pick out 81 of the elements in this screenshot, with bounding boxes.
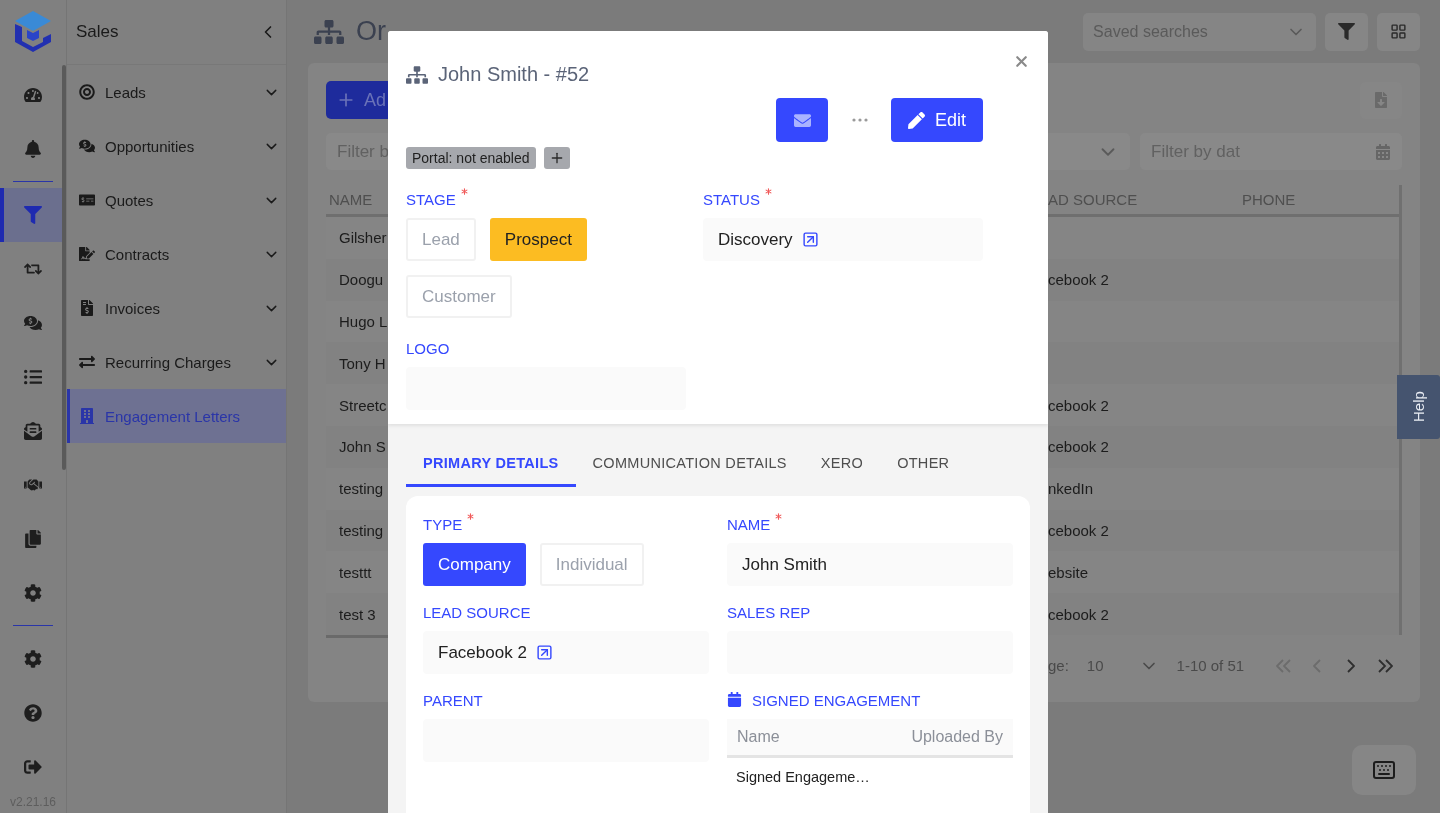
close-button[interactable]	[1013, 53, 1030, 70]
chat-dollar-icon	[24, 314, 42, 332]
option-button[interactable]: Individual	[539, 543, 644, 586]
chevron-icon	[1313, 658, 1322, 673]
layout-button[interactable]	[1377, 12, 1421, 51]
copy-icon	[24, 530, 42, 548]
field-label: SIGNED ENGAGEMENT	[752, 692, 921, 710]
sidebar-item[interactable]: Opportunities	[67, 119, 286, 173]
page-title: Or	[356, 16, 386, 47]
table-cell-text: Signed Engageme…	[735, 768, 871, 787]
tab[interactable]: PRIMARY DETAILS	[406, 441, 576, 487]
field-label: NAME	[727, 516, 771, 534]
settings-icon	[24, 650, 42, 668]
calendar-icon	[1375, 143, 1392, 160]
input-field[interactable]: John Smith	[727, 543, 1013, 586]
exchange-icon	[79, 354, 95, 370]
calendar-icon	[727, 692, 742, 707]
sidebar-item[interactable]: Contracts	[67, 227, 286, 281]
field-label: STAGE	[406, 191, 456, 209]
grid-icon	[1390, 23, 1408, 40]
funnel-icon	[24, 206, 42, 224]
sidebar-title: Sales	[76, 22, 119, 42]
tab[interactable]: OTHER	[880, 441, 967, 487]
invoice-icon	[79, 300, 95, 316]
pencil-icon	[908, 111, 925, 129]
chevron-icon	[1347, 658, 1356, 673]
envelope-icon	[793, 111, 811, 129]
option-button[interactable]: Lead	[406, 218, 476, 261]
building-icon	[79, 408, 95, 424]
chat-dollar-icon	[79, 138, 95, 154]
more-icon[interactable]	[852, 118, 868, 122]
column-header: Uploaded By	[911, 728, 1003, 746]
option-button[interactable]: Company	[423, 543, 526, 586]
filter-button[interactable]	[1325, 12, 1369, 51]
keyboard-icon	[1372, 758, 1396, 782]
scrollbar[interactable]	[62, 65, 66, 470]
dashboard-icon	[24, 86, 42, 104]
field-label: LEAD SOURCE	[423, 604, 531, 622]
sidebar-item[interactable]: Recurring Charges	[67, 335, 286, 389]
signature-icon	[79, 246, 95, 262]
file-download-icon	[1373, 92, 1390, 108]
target-icon	[79, 84, 95, 100]
dialog-title: John Smith - #52	[438, 63, 590, 86]
keyboard-button[interactable]	[1352, 745, 1416, 795]
edit-button[interactable]: Edit	[891, 98, 983, 142]
sidebar-item[interactable]: Invoices	[67, 281, 286, 335]
sitemap-icon	[406, 63, 428, 86]
settings-icon	[24, 584, 42, 602]
page-range: 1-10 of 51	[1176, 657, 1245, 675]
list-icon	[24, 368, 42, 386]
column-header: Name	[737, 728, 780, 746]
tab[interactable]: COMMUNICATION DETAILS	[575, 441, 804, 487]
field-value: Discovery	[718, 229, 793, 250]
sidebar-item[interactable]: Leads	[67, 65, 286, 119]
external-link-icon[interactable]	[535, 644, 553, 661]
field-label: STATUS	[703, 191, 760, 209]
field-label: SALES REP	[727, 604, 811, 622]
email-button[interactable]	[776, 98, 828, 142]
field-value: Facebook 2	[438, 642, 527, 663]
tab[interactable]: XERO	[803, 441, 881, 487]
help-icon	[24, 704, 42, 722]
field-label: LOGO	[406, 340, 450, 358]
rows-per-page-select[interactable]: 10	[1086, 655, 1159, 676]
portal-tag: Portal: not enabled	[406, 147, 536, 169]
link-field[interactable]: Discovery	[703, 218, 983, 261]
funnel-icon	[1338, 23, 1356, 40]
bell-icon	[24, 140, 42, 158]
add-tag-button[interactable]	[543, 147, 570, 169]
external-link-icon[interactable]	[801, 231, 819, 248]
option-button[interactable]: Prospect	[489, 218, 587, 261]
link-field[interactable]: Facebook 2	[423, 631, 709, 674]
rows-per-page-label: ge:	[1048, 657, 1069, 675]
chevron-icon	[1377, 658, 1393, 673]
help-tab[interactable]: Help	[1397, 375, 1440, 439]
field-label: PARENT	[423, 692, 483, 710]
logout-icon	[24, 758, 42, 776]
option-button[interactable]: Customer	[406, 275, 512, 318]
field-label: TYPE	[423, 516, 463, 534]
sidebar-item[interactable]: Quotes	[67, 173, 286, 227]
chevron-icon	[1275, 658, 1291, 673]
close-icon	[1013, 53, 1030, 70]
